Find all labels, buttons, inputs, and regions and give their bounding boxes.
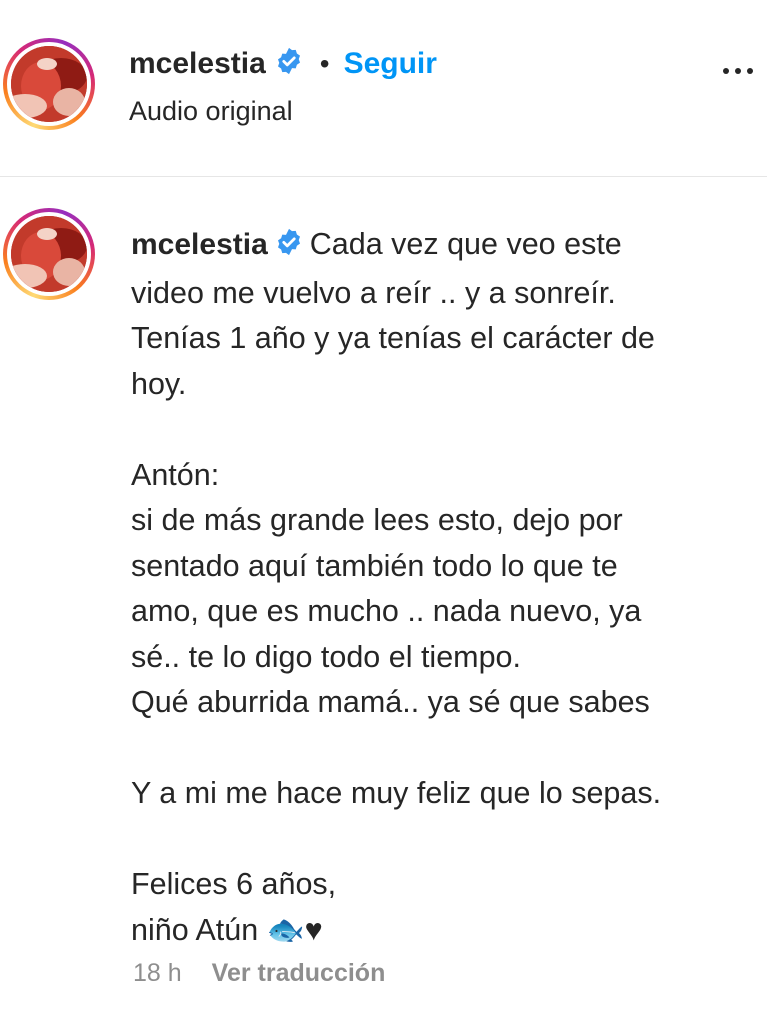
caption-blank-line <box>131 817 741 863</box>
caption-line: Y a mi me hace muy feliz que lo sepas. <box>131 776 662 810</box>
more-options-icon[interactable] <box>723 68 753 74</box>
caption-text: mcelestia Cada vez que veo este video me … <box>131 222 741 953</box>
comment-footer: 18 h Ver traducción <box>133 959 385 988</box>
caption-line: Tenías 1 año y ya tenías el carácter de <box>131 321 655 355</box>
caption-line: Qué aburrida mamá.. ya sé que sabes <box>131 685 650 719</box>
avatar[interactable] <box>3 38 95 130</box>
caption-line: amo, que es mucho .. nada nuevo, ya <box>131 594 642 628</box>
caption-line: video me vuelvo a reír .. y a sonreír. <box>131 275 616 310</box>
post-header: mcelestia • Seguir Audio original <box>0 0 767 177</box>
comment-timestamp[interactable]: 18 h <box>133 959 182 988</box>
caption-line: hoy. <box>131 366 187 401</box>
caption-line: Antón: <box>131 457 220 492</box>
caption-line: niño Atún 🐟♥ <box>131 912 323 947</box>
caption-blank-line <box>131 726 741 772</box>
caption-blank-line <box>131 407 741 453</box>
separator-dot: • <box>319 47 330 79</box>
audio-original-link[interactable]: Audio original <box>129 96 293 127</box>
caption-line: sé.. te lo digo todo el tiempo. <box>131 639 521 674</box>
follow-button[interactable]: Seguir <box>344 47 437 81</box>
caption-line: Felices 6 años, <box>131 867 337 901</box>
header-username[interactable]: mcelestia <box>129 47 266 81</box>
caption-line: sentado aquí también todo lo que te <box>131 548 618 583</box>
verified-badge-icon <box>274 46 304 81</box>
caption-comment: mcelestia Cada vez que veo este video me … <box>0 177 767 1013</box>
verified-badge-icon <box>274 225 304 271</box>
comment-avatar[interactable] <box>3 208 95 300</box>
see-translation-button[interactable]: Ver traducción <box>212 959 386 988</box>
caption-line: si de más grande lees esto, dejo por <box>131 503 623 537</box>
comment-username[interactable]: mcelestia <box>131 228 268 261</box>
caption-line: Cada vez que veo este <box>309 227 622 261</box>
